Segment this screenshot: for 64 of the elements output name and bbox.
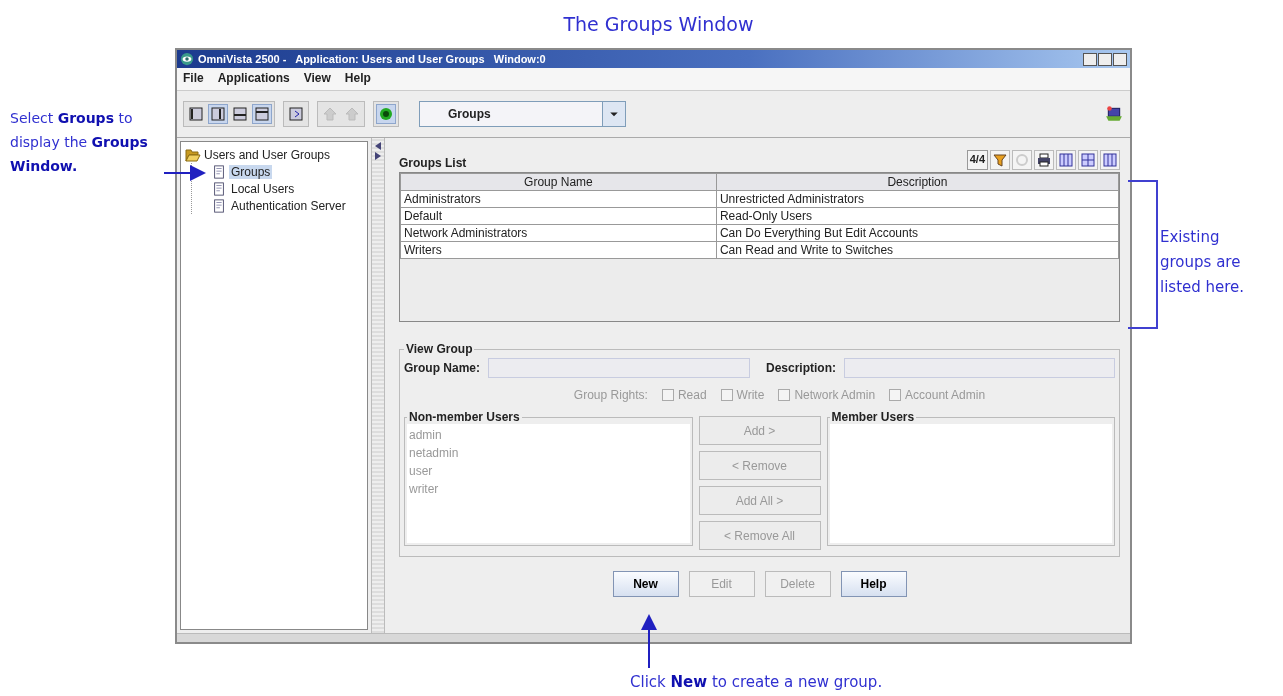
tray-icon [1105, 104, 1123, 124]
panel-title: Member Users [830, 410, 916, 424]
layout-icon [210, 106, 226, 122]
columns-icon [1058, 152, 1074, 168]
callout-text: Existing groups are listed here. [1160, 227, 1246, 298]
action-button[interactable]: Help [840, 571, 907, 597]
callout-text: Select Groups to display the Groups Window. [10, 109, 149, 176]
status-icon [378, 106, 394, 122]
folder-icon[interactable] [185, 146, 201, 163]
menu-item[interactable]: View [303, 71, 331, 87]
callout-arrow [163, 165, 206, 181]
field-label: Group Rights: [573, 388, 648, 402]
columns-button[interactable] [1056, 150, 1076, 170]
house-icon [344, 106, 360, 122]
print-icon [1036, 152, 1052, 168]
layout-button[interactable] [252, 104, 272, 124]
tree-item[interactable]: Authentication Server [229, 198, 348, 213]
document-icon [212, 181, 226, 196]
document-icon [212, 198, 226, 213]
section-title: Groups List [399, 156, 468, 172]
view-dropdown[interactable]: Groups [419, 101, 626, 127]
filter-button[interactable] [990, 150, 1010, 170]
group-name-field[interactable] [488, 358, 750, 378]
layout-button[interactable] [230, 104, 250, 124]
panel-title: View Group [405, 342, 474, 356]
panel-title: Non-member Users [408, 410, 521, 424]
window-title: OmniVista 2500 - Application: Users and User Groups Window:0 [198, 53, 547, 65]
grid-icon [1080, 152, 1096, 168]
field-label: Description: [766, 361, 837, 375]
callout-text: Click New to create a new group. [630, 672, 884, 693]
minimize-button[interactable] [1083, 52, 1097, 66]
figure-heading: The Groups Window [562, 13, 754, 35]
tree-item[interactable]: Local Users [229, 181, 297, 196]
description-field[interactable] [844, 358, 1115, 378]
menu-item[interactable]: Applications [217, 71, 290, 87]
column-header[interactable]: Group Name [400, 173, 717, 191]
layout-icon [254, 106, 270, 122]
tree-item[interactable]: Groups [229, 164, 273, 179]
row-count: 4/4 [966, 150, 988, 170]
grid-button[interactable] [1078, 150, 1098, 170]
columns-button[interactable] [1100, 150, 1120, 170]
column-header[interactable]: Description [716, 173, 1119, 191]
tree-item[interactable]: Users and User Groups [204, 147, 331, 162]
maximize-button[interactable] [1098, 52, 1112, 66]
layout-button[interactable] [208, 104, 228, 124]
print-button[interactable] [1034, 150, 1054, 170]
exit-button[interactable] [1104, 104, 1124, 124]
layout-icon [232, 106, 248, 122]
close-button[interactable] [1113, 52, 1127, 66]
filter-icon [992, 152, 1008, 168]
callout-arrow [641, 614, 657, 669]
document-icon [212, 164, 226, 179]
app-icon [180, 52, 194, 66]
columns-icon [1102, 152, 1118, 168]
house-icon [322, 106, 338, 122]
refresh-icon [1014, 152, 1030, 168]
action-button[interactable]: New [612, 571, 679, 597]
field-label: Group Name: [404, 361, 480, 375]
layout-button[interactable] [186, 104, 206, 124]
menu-item[interactable]: File [183, 71, 204, 87]
layout-icon [188, 106, 204, 122]
panel-icon [288, 106, 304, 122]
splitter-handle[interactable] [371, 138, 385, 633]
menu-item[interactable]: Help [344, 71, 371, 87]
